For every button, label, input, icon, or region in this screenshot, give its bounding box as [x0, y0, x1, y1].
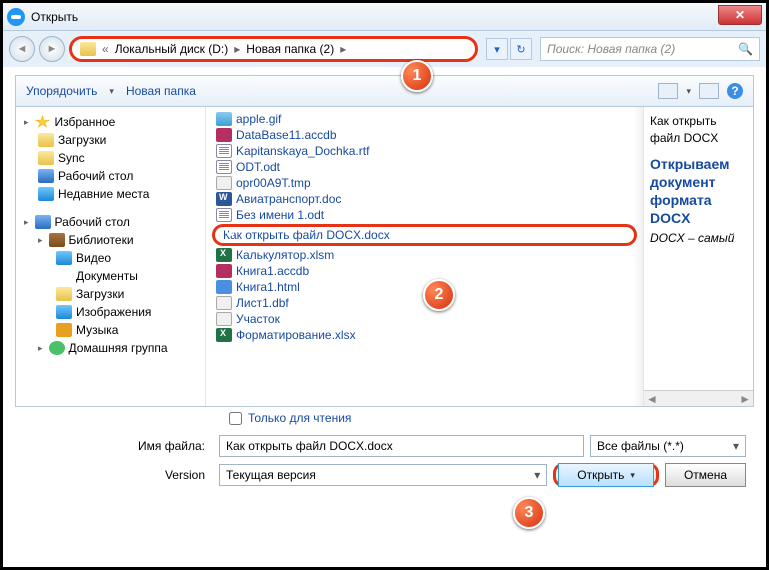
annotation-badge-2: 2	[423, 279, 455, 311]
file-name: Авиатранспорт.doc	[236, 192, 341, 206]
annotation-badge-1: 1	[401, 60, 433, 92]
sidebar-item[interactable]: Рабочий стол	[20, 167, 201, 185]
dropdown-icon[interactable]: ▾	[486, 38, 508, 60]
close-button[interactable]: ✕	[718, 5, 762, 25]
bottom-form: Имя файла: Все файлы (*.*) Version Текущ…	[3, 425, 766, 499]
file-name: Участок	[236, 312, 280, 326]
file-row[interactable]: Книга1.accdb	[212, 263, 637, 279]
open-button-highlight: Открыть	[553, 463, 659, 487]
breadcrumb[interactable]: « Локальный диск (D:) ▸ Новая папка (2) …	[69, 36, 478, 62]
title-bar: Открыть ✕	[3, 3, 766, 31]
file-row[interactable]: apple.gif	[212, 111, 637, 127]
file-icon	[216, 192, 232, 206]
file-icon	[216, 296, 232, 310]
folder-icon	[80, 42, 96, 56]
file-icon	[216, 208, 232, 222]
sidebar-item[interactable]: Недавние места	[20, 185, 201, 203]
file-row[interactable]: Участок	[212, 311, 637, 327]
file-row[interactable]: opr00A9T.tmp	[212, 175, 637, 191]
file-icon	[216, 176, 232, 190]
file-icon	[216, 280, 232, 294]
file-name: opr00A9T.tmp	[236, 176, 311, 190]
file-row[interactable]: Kapitanskaya_Dochka.rtf	[212, 143, 637, 159]
filename-input[interactable]	[219, 435, 584, 457]
breadcrumb-item[interactable]: Новая папка (2)	[246, 42, 334, 56]
file-name: Без имени 1.odt	[236, 208, 324, 222]
sidebar-item[interactable]: Видео	[20, 249, 201, 267]
view-mode-button[interactable]	[658, 83, 678, 99]
breadcrumb-item[interactable]: Локальный диск (D:)	[115, 42, 229, 56]
filename-label: Имя файла:	[23, 439, 213, 453]
version-select[interactable]: Текущая версия	[219, 464, 547, 486]
file-row-selected[interactable]: Как открыть файл DOCX.docx	[212, 224, 637, 246]
open-button[interactable]: Открыть	[558, 463, 654, 487]
file-name: Калькулятор.xlsm	[236, 248, 334, 262]
body-area: ▸Избранное Загрузки Sync Рабочий стол Не…	[15, 107, 754, 407]
file-name: DataBase11.accdb	[236, 128, 337, 142]
file-name: Книга1.html	[236, 280, 300, 294]
file-row[interactable]: DataBase11.accdb	[212, 127, 637, 143]
help-icon[interactable]: ?	[727, 83, 743, 99]
preview-pane-button[interactable]	[699, 83, 719, 99]
new-folder-button[interactable]: Новая папка	[126, 84, 196, 98]
file-icon	[216, 328, 232, 342]
annotation-badge-3: 3	[513, 497, 545, 529]
sidebar-item[interactable]: Sync	[20, 149, 201, 167]
search-icon: 🔍	[738, 42, 753, 56]
nav-bar: ◄ ► « Локальный диск (D:) ▸ Новая папка …	[3, 31, 766, 67]
window-title: Открыть	[31, 10, 78, 24]
preview-pane: Как открыть файл DOCX Открываем документ…	[643, 107, 753, 406]
sidebar-item[interactable]: Музыка	[20, 321, 201, 339]
file-row[interactable]: Без имени 1.odt	[212, 207, 637, 223]
organize-menu[interactable]: Упорядочить	[26, 84, 97, 98]
search-input[interactable]: Поиск: Новая папка (2) 🔍	[540, 37, 760, 61]
version-label: Version	[23, 468, 213, 482]
preview-filename: Как открыть файл DOCX	[650, 113, 747, 147]
sidebar: ▸Избранное Загрузки Sync Рабочий стол Не…	[16, 107, 206, 406]
file-name: apple.gif	[236, 112, 281, 126]
nav-forward-button[interactable]: ►	[39, 36, 65, 62]
sidebar-desktop[interactable]: ▸Рабочий стол	[20, 213, 201, 231]
file-row[interactable]: ODT.odt	[212, 159, 637, 175]
file-icon	[216, 160, 232, 174]
readonly-checkbox[interactable]	[229, 412, 242, 425]
file-name: Как открыть файл DOCX.docx	[223, 228, 390, 242]
file-name: Kapitanskaya_Dochka.rtf	[236, 144, 369, 158]
file-icon	[216, 248, 232, 262]
sidebar-item[interactable]: Загрузки	[20, 131, 201, 149]
cancel-button[interactable]: Отмена	[665, 463, 746, 487]
file-icon	[216, 112, 232, 126]
sidebar-favorites[interactable]: ▸Избранное	[20, 113, 201, 131]
file-name: Лист1.dbf	[236, 296, 289, 310]
file-name: Книга1.accdb	[236, 264, 309, 278]
file-icon	[216, 128, 232, 142]
toolbar: Упорядочить▾ Новая папка ▾ ?	[15, 75, 754, 107]
readonly-label: Только для чтения	[248, 411, 351, 425]
refresh-icon[interactable]: ↻	[510, 38, 532, 60]
file-icon	[216, 312, 232, 326]
file-name: ODT.odt	[236, 160, 280, 174]
filetype-select[interactable]: Все файлы (*.*)	[590, 435, 746, 457]
sidebar-homegroup[interactable]: ▸Домашняя группа	[20, 339, 201, 357]
preview-heading: Открываем документ формата DOCX	[650, 155, 747, 228]
app-icon	[7, 8, 25, 26]
sidebar-libraries[interactable]: ▸Библиотеки	[20, 231, 201, 249]
preview-text: DOCX – самый	[650, 231, 747, 245]
file-name: Форматирование.xlsx	[236, 328, 356, 342]
sidebar-item[interactable]: Документы	[20, 267, 201, 285]
file-icon	[216, 264, 232, 278]
file-row[interactable]: Калькулятор.xlsm	[212, 247, 637, 263]
file-row[interactable]: Форматирование.xlsx	[212, 327, 637, 343]
file-row[interactable]: Авиатранспорт.doc	[212, 191, 637, 207]
nav-back-button[interactable]: ◄	[9, 36, 35, 62]
file-icon	[216, 144, 232, 158]
sidebar-item[interactable]: Изображения	[20, 303, 201, 321]
file-list: apple.gif DataBase11.accdb Kapitanskaya_Do…	[206, 107, 643, 406]
sidebar-item[interactable]: Загрузки	[20, 285, 201, 303]
